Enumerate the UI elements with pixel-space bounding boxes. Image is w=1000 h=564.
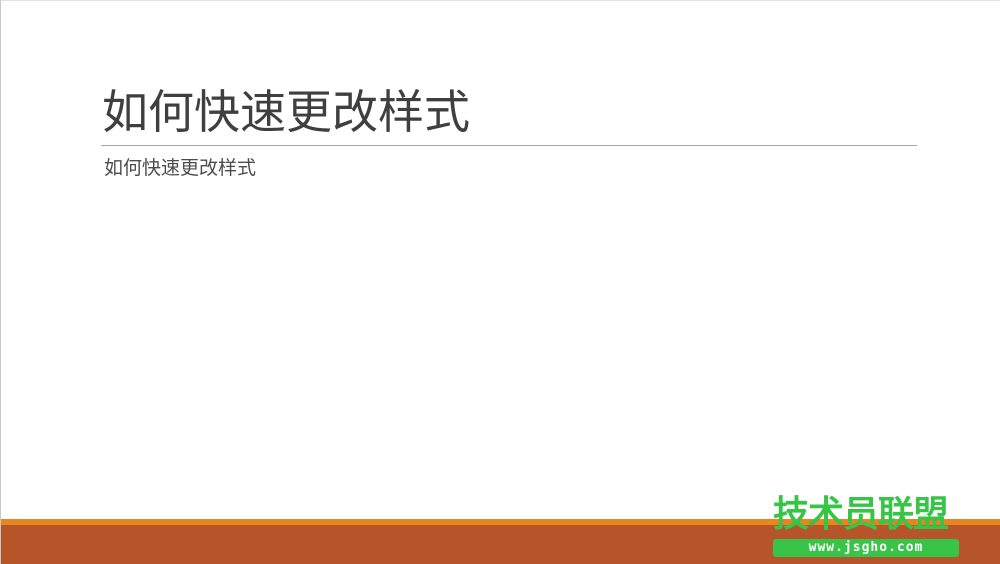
slide-title[interactable]: 如何快速更改样式 [102,77,470,147]
watermark-logo: 技术员联盟 www.jsgho.com [771,495,961,559]
watermark-text: 技术员联盟 [773,494,949,535]
title-divider [101,145,917,146]
slide-subtitle[interactable]: 如何快速更改样式 [104,155,256,181]
watermark-url: www.jsgho.com [773,539,959,557]
slide: 如何快速更改样式 如何快速更改样式 技术员联盟 www.jsgho.com [0,0,1000,564]
